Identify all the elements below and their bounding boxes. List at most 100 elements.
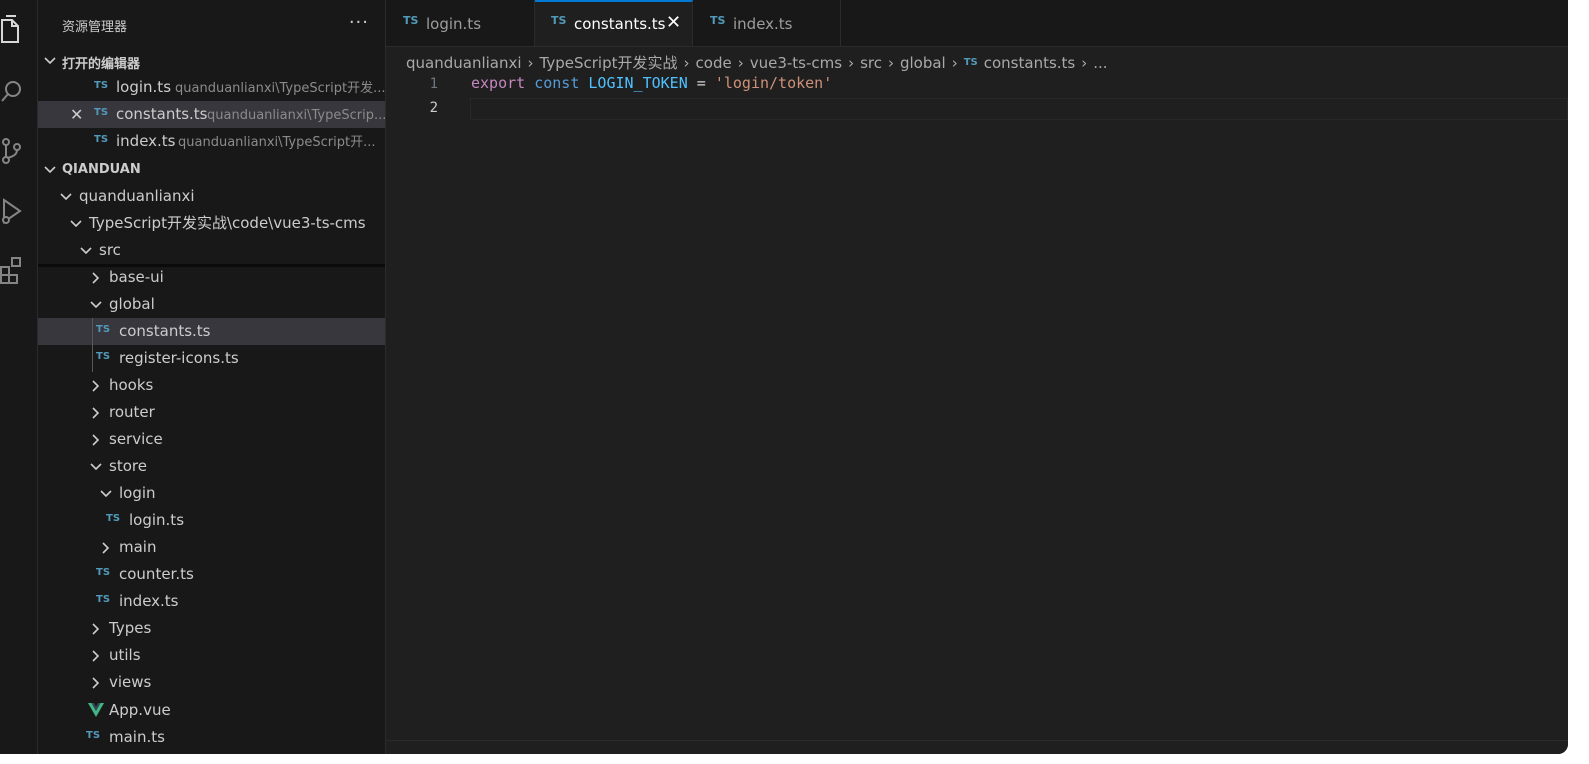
file-index-ts[interactable]: TS index.ts	[38, 588, 385, 615]
folder-types[interactable]: Types	[38, 615, 385, 642]
folder-base-ui[interactable]: base-ui	[38, 264, 385, 291]
tree-item-label: utils	[109, 646, 141, 664]
chevron-down-icon	[90, 463, 102, 471]
chevron-right-icon	[92, 407, 100, 419]
chevron-down-icon	[80, 247, 92, 255]
breadcrumb-item[interactable]: code	[696, 54, 732, 72]
code-string: 'login/token'	[714, 74, 833, 92]
file-constants-ts[interactable]: TS constants.ts	[38, 318, 385, 345]
chevron-down-icon	[90, 301, 102, 309]
ts-file-icon: TS	[86, 730, 101, 741]
workspace-header[interactable]: QIANDUAN	[38, 159, 385, 183]
tab-index-ts[interactable]: TS index.ts	[693, 0, 841, 46]
ts-file-icon: TS	[710, 14, 726, 27]
breadcrumb-item[interactable]: src	[860, 54, 882, 72]
breadcrumb-item[interactable]: global	[900, 54, 946, 72]
current-line-highlight	[470, 98, 1568, 120]
tab-label: index.ts	[733, 15, 793, 33]
close-icon[interactable]: ✕	[666, 12, 681, 33]
open-editors-header[interactable]: 打开的编辑器	[38, 50, 385, 74]
chevron-right-icon	[92, 677, 100, 689]
tree-item-label: register-icons.ts	[119, 349, 239, 367]
tree-item-label: TypeScript开发实战\code\vue3-ts-cms	[89, 214, 366, 232]
tree-item-label: main	[119, 538, 157, 556]
tree-item-label: App.vue	[109, 701, 171, 719]
more-actions-icon[interactable]: ···	[349, 12, 369, 33]
file-counter-ts[interactable]: TS counter.ts	[38, 561, 385, 588]
folder-views[interactable]: views	[38, 669, 385, 696]
tree-item-label: index.ts	[119, 592, 179, 610]
code-keyword: export	[471, 74, 526, 92]
vue-file-icon	[88, 703, 104, 717]
folder-utils[interactable]: utils	[38, 642, 385, 669]
code-area[interactable]: export const LOGIN_TOKEN = 'login/token'	[471, 74, 832, 92]
breadcrumb-item[interactable]: quanduanlianxi	[406, 54, 522, 72]
folder-login[interactable]: login	[38, 480, 385, 507]
chevron-right-icon: ›	[848, 53, 855, 72]
folder-hooks[interactable]: hooks	[38, 372, 385, 399]
tree-item-label: quanduanlianxi	[79, 187, 195, 205]
ts-file-icon: TS	[96, 324, 111, 335]
chevron-down-icon	[60, 193, 72, 201]
breadcrumb-item[interactable]: ...	[1093, 54, 1107, 72]
tab-constants-ts[interactable]: TS constants.ts ✕	[535, 0, 693, 46]
sidebar-title: 资源管理器	[62, 20, 128, 35]
ts-file-icon: TS	[96, 567, 111, 578]
chevron-right-icon: ›	[683, 53, 690, 72]
chevron-right-icon	[92, 434, 100, 446]
search-icon[interactable]	[0, 74, 26, 108]
chevron-right-icon	[102, 542, 110, 554]
open-editor-name: constants.ts	[116, 105, 208, 123]
ts-file-icon: TS	[106, 513, 121, 524]
folder-quanduanlianxi[interactable]: quanduanlianxi	[38, 183, 385, 210]
tree-item-label: global	[109, 295, 155, 313]
breadcrumb-item[interactable]: constants.ts	[984, 54, 1076, 72]
breadcrumb: quanduanlianxi › TypeScript开发实战 › code › vue3-…	[406, 52, 1108, 73]
folder-main[interactable]: main	[38, 534, 385, 561]
ts-file-icon: TS	[963, 57, 978, 68]
close-icon[interactable]: ✕	[70, 101, 83, 128]
tab-login-ts[interactable]: TS login.ts	[386, 0, 535, 46]
folder-service[interactable]: service	[38, 426, 385, 453]
chevron-right-icon	[92, 380, 100, 392]
file-login-ts[interactable]: TS login.ts	[38, 507, 385, 534]
vscode-window: 资源管理器 ··· 打开的编辑器 TS login.ts quanduanlia…	[0, 0, 1568, 754]
tree-item-label: store	[109, 457, 147, 475]
code-keyword: const	[534, 74, 580, 92]
file-app-vue[interactable]: App.vue	[38, 697, 385, 724]
chevron-right-icon	[92, 623, 100, 635]
ts-file-icon: TS	[94, 80, 109, 91]
chevron-down-icon	[100, 490, 112, 498]
line-number: 2	[429, 100, 438, 116]
open-editor-item[interactable]: ✕ TS constants.ts quanduanlianxi\TypeScr…	[38, 101, 386, 128]
file-register-icons-ts[interactable]: TS register-icons.ts	[38, 345, 385, 372]
explorer-icon[interactable]	[0, 14, 26, 48]
breadcrumb-item[interactable]: TypeScript开发实战	[540, 52, 678, 73]
chevron-down-icon	[70, 220, 82, 228]
ts-file-icon: TS	[403, 14, 419, 27]
folder-vue3-ts-cms[interactable]: TypeScript开发实战\code\vue3-ts-cms	[38, 210, 385, 237]
tree-item-label: router	[109, 403, 155, 421]
tree-item-label: login.ts	[129, 511, 185, 529]
chevron-right-icon: ›	[1081, 53, 1088, 72]
open-editor-item[interactable]: TS index.ts quanduanlianxi\TypeScript开..…	[38, 128, 385, 155]
open-editor-item[interactable]: TS login.ts quanduanlianxi\TypeScript开发.…	[38, 74, 385, 101]
breadcrumb-item[interactable]: vue3-ts-cms	[750, 54, 842, 72]
ts-file-icon: TS	[551, 14, 567, 27]
chevron-right-icon	[92, 650, 100, 662]
file-main-ts[interactable]: TS main.ts	[38, 724, 385, 751]
source-control-icon[interactable]	[0, 134, 26, 168]
tab-label: constants.ts	[574, 15, 666, 33]
tree-item-label: service	[109, 430, 163, 448]
extensions-icon[interactable]	[0, 254, 26, 288]
tree-item-label: counter.ts	[119, 565, 194, 583]
tree-item-label: base-ui	[109, 268, 164, 286]
folder-src[interactable]: src	[38, 237, 385, 264]
run-debug-icon[interactable]	[0, 194, 26, 228]
code-identifier: LOGIN_TOKEN	[588, 74, 688, 92]
folder-store[interactable]: store	[38, 453, 385, 480]
folder-global[interactable]: global	[38, 291, 385, 318]
tab-bar: TS login.ts TS constants.ts ✕ TS index.t…	[386, 0, 1568, 47]
folder-router[interactable]: router	[38, 399, 385, 426]
workspace-label: QIANDUAN	[62, 162, 141, 177]
